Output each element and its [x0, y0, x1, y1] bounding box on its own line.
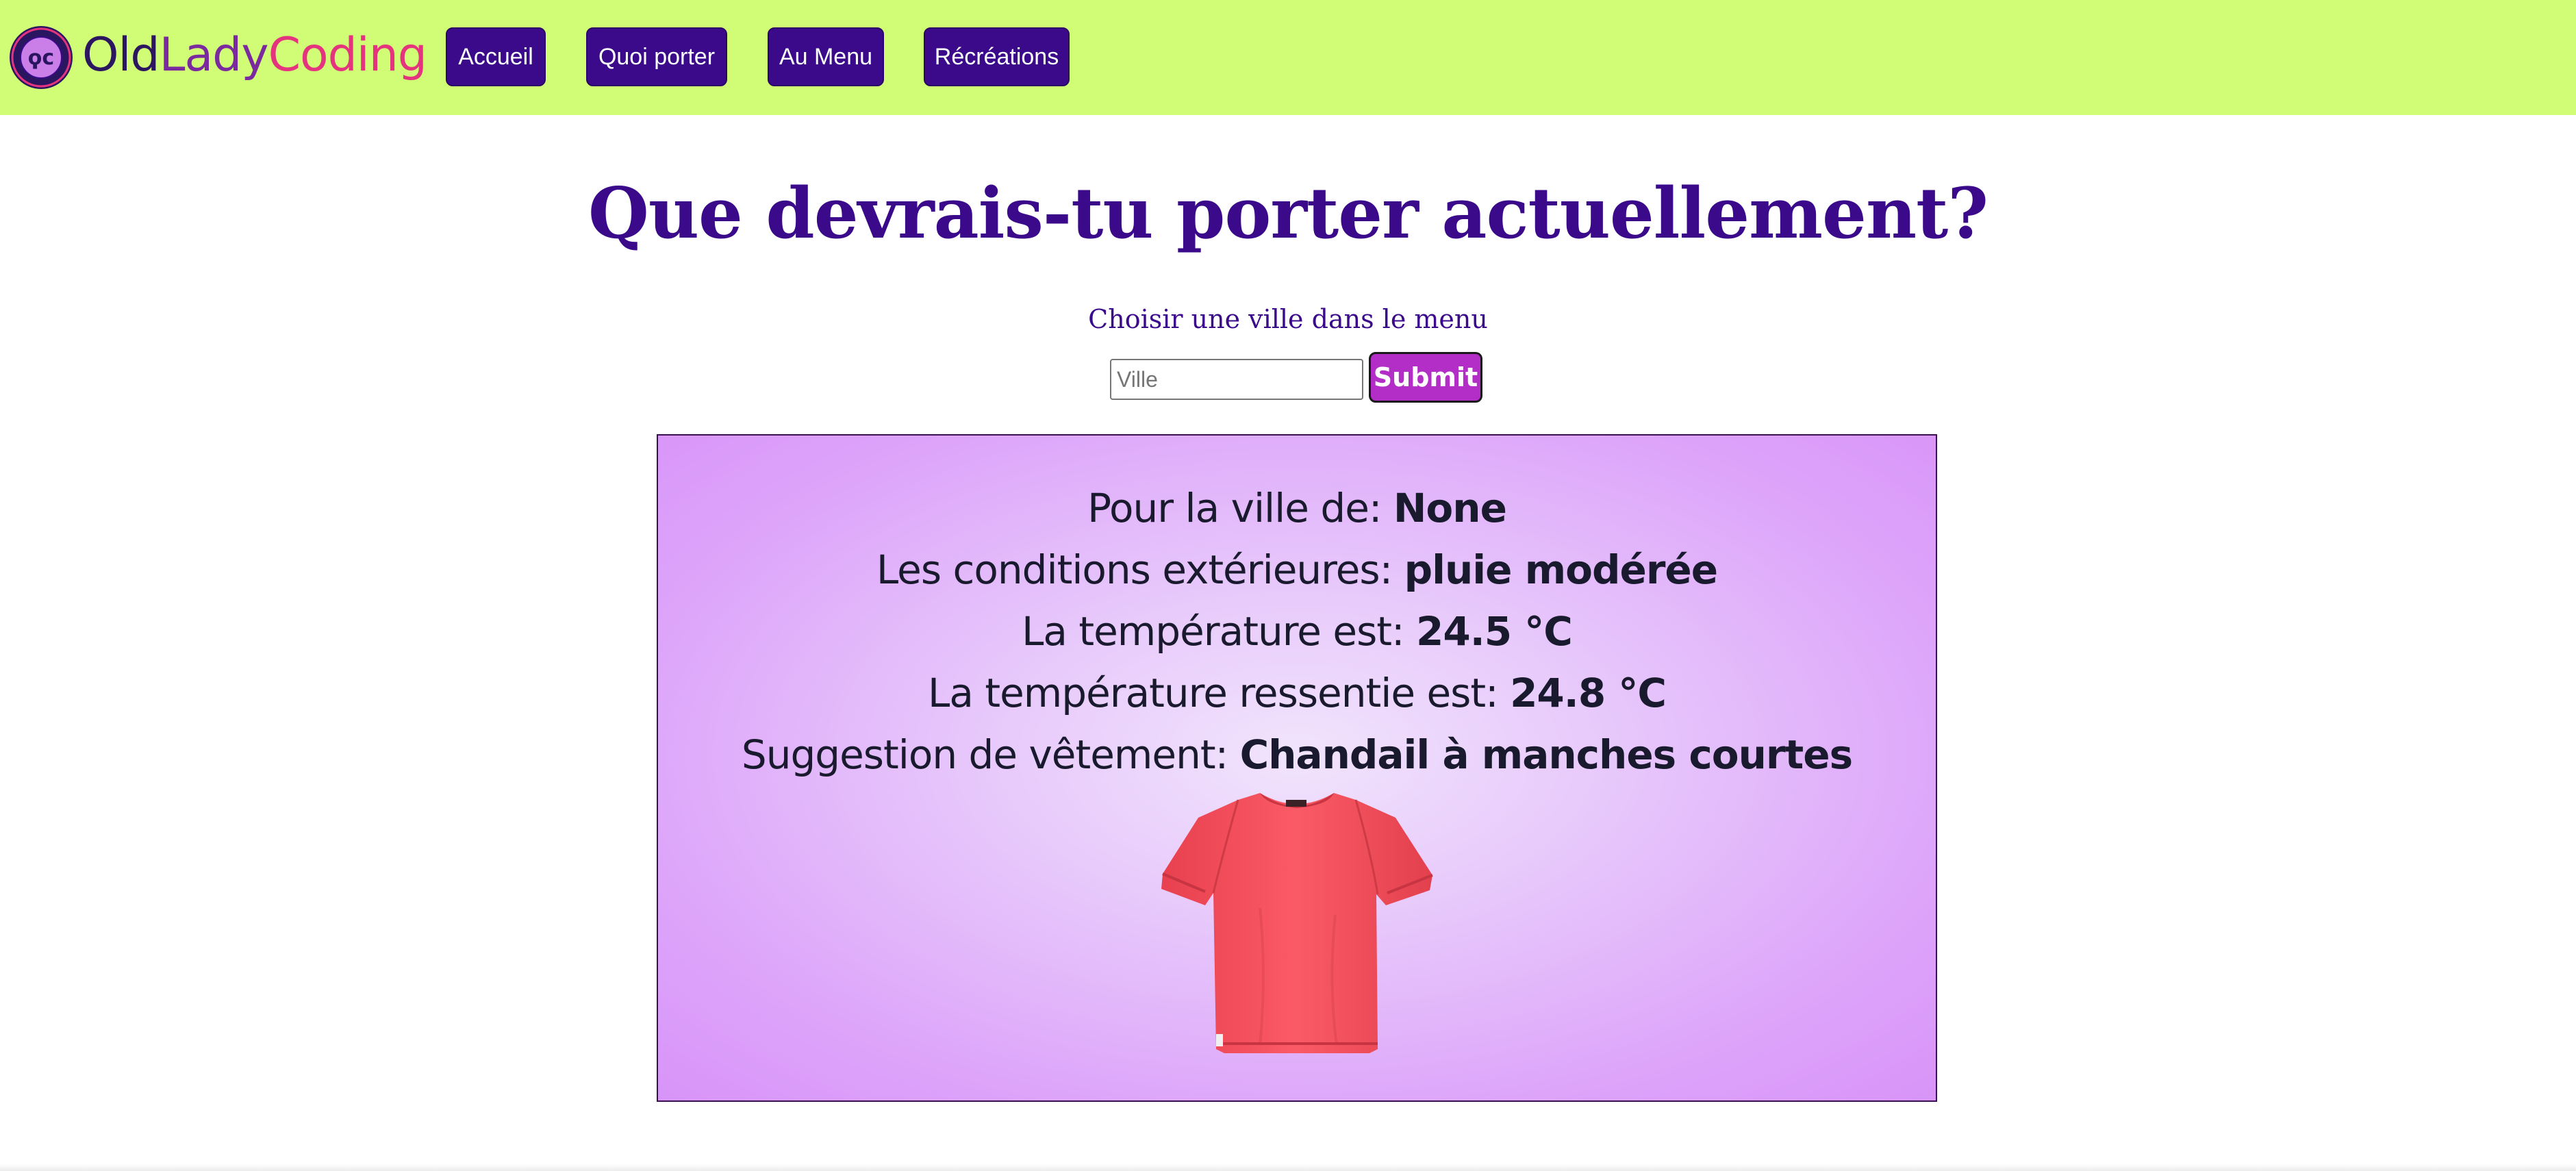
brand-part-old: Old: [82, 27, 160, 82]
conditions-label: Les conditions extérieures:: [876, 546, 1404, 593]
navbar: ϙc Old Lady Coding Accueil Quoi porter Au …: [0, 0, 2576, 115]
logo-badge-icon[interactable]: ϙc: [8, 25, 74, 90]
city-line: Pour la ville de: None: [658, 485, 1936, 531]
suggestion-value: Chandail à manches courtes: [1239, 731, 1854, 778]
tshirt-icon: [1161, 793, 1433, 1053]
brand-part-coding: Coding: [268, 27, 427, 82]
city-label: Pour la ville de:: [1087, 485, 1393, 531]
submit-button[interactable]: Submit: [1369, 352, 1482, 403]
nav-au-menu-button[interactable]: Au Menu: [768, 27, 884, 86]
brand-part-lady: Lady: [159, 27, 269, 82]
suggestion-line: Suggestion de vêtement: Chandail à manch…: [658, 731, 1936, 778]
conditions-line: Les conditions extérieures: pluie modéré…: [658, 546, 1936, 593]
city-input[interactable]: [1110, 359, 1363, 400]
weather-card: Pour la ville de: None Les conditions ex…: [657, 434, 1937, 1102]
temperature-value: 24.5 °C: [1416, 608, 1573, 655]
temperature-label: La température est:: [1022, 608, 1417, 655]
page-bottom-edge: [0, 1164, 2576, 1171]
city-choose-label: Choisir une ville dans le menu: [1088, 304, 1488, 334]
page: ϙc Old Lady Coding Accueil Quoi porter Au …: [0, 0, 2576, 1171]
feels-like-value: 24.8 °C: [1510, 670, 1667, 716]
brand-logo-text[interactable]: Old Lady Coding: [82, 21, 427, 89]
suggestion-label: Suggestion de vêtement:: [741, 731, 1240, 778]
city-value: None: [1393, 485, 1507, 531]
svg-text:ϙc: ϙc: [28, 46, 54, 70]
nav-recreations-button[interactable]: Récréations: [924, 27, 1070, 86]
conditions-value: pluie modérée: [1404, 546, 1719, 593]
feels-like-label: La température ressentie est:: [928, 670, 1511, 716]
nav-quoi-porter-button[interactable]: Quoi porter: [586, 27, 727, 86]
feels-like-line: La température ressentie est: 24.8 °C: [658, 670, 1936, 716]
nav-accueil-button[interactable]: Accueil: [446, 27, 546, 86]
page-title: Que devrais-tu porter actuellement?: [588, 173, 1988, 255]
temperature-line: La température est: 24.5 °C: [658, 608, 1936, 655]
